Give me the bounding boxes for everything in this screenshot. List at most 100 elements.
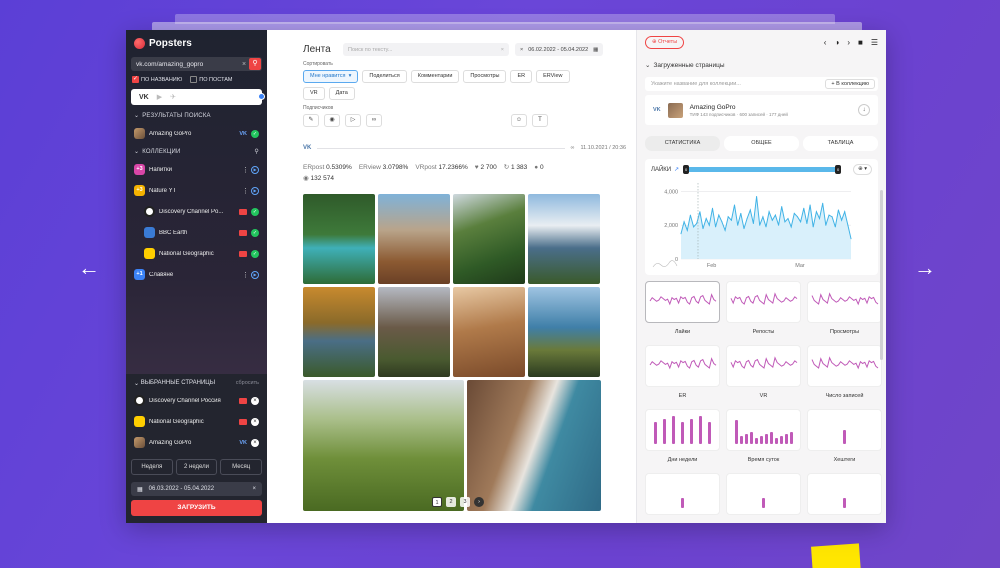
metric-thumbnail[interactable] [807,473,882,515]
close-icon[interactable]: × [251,417,259,426]
menu-icon[interactable]: ☰ [871,38,878,47]
tab-general[interactable]: ОБЩЕЕ [724,136,799,151]
reports-button[interactable]: ⊕ Отчеты [645,36,685,49]
platform-vk[interactable]: VK [139,94,149,101]
chevron-right-icon[interactable]: › [847,38,850,47]
arrow-left-icon[interactable]: ← [76,256,102,280]
chart-options-dropdown[interactable]: ⊕ ▾ [853,164,872,175]
text-size-icon[interactable]: T [532,114,548,127]
post-photo[interactable] [467,380,601,511]
sort-comments-chip[interactable]: Комментарии [410,70,460,83]
post-photo[interactable] [528,287,600,377]
search-results-header[interactable]: ⌄ РЕЗУЛЬТАТЫ ПОИСКА [126,108,267,123]
clear-icon[interactable]: × [252,486,256,492]
period-2weeks-button[interactable]: 2 недели [175,459,218,475]
post-photo[interactable] [378,287,450,377]
sort-shares-chip[interactable]: Поделиться [362,70,407,83]
metric-cell[interactable]: Время суток [726,409,801,473]
metric-cell[interactable]: ER [645,345,720,409]
clear-icon[interactable]: × [239,61,249,68]
metric-thumbnail[interactable] [645,281,720,323]
external-link-icon[interactable]: ↗ [674,166,679,173]
feed-date-range[interactable]: × 06.02.2022 - 05.04.2022 ▦ [515,43,604,56]
page-search-input[interactable]: vk.com/amazing_gopro × ⚲ [131,57,262,71]
sort-views-chip[interactable]: Просмотры [463,70,507,83]
collection-item[interactable]: +3 Nature YT ⋮ ▶ [126,180,267,201]
metric-thumbnail[interactable] [726,345,801,387]
metric-thumbnail[interactable] [645,473,720,515]
collection-item[interactable]: +1 Славяне ⋮ ▶ [126,264,267,285]
check-icon[interactable]: ✓ [251,207,259,216]
platform-switch[interactable]: VK ▶ ✈ [131,89,265,105]
page-search-value[interactable]: vk.com/amazing_gopro [131,61,239,68]
more-icon[interactable]: ⋮ [242,271,249,279]
metric-cell[interactable]: Число записей [807,345,882,409]
selected-item[interactable]: National Geographic × [126,411,267,432]
list-item[interactable]: Amazing GoPro VK ✓ [126,123,267,144]
user-icon[interactable]: ■ [858,38,863,47]
collection-name-placeholder[interactable]: Укажите название для коллекции... [651,81,821,87]
period-week-button[interactable]: Неделя [131,459,173,475]
metric-cell[interactable] [807,473,882,523]
metric-cell[interactable]: Дни недели [645,409,720,473]
collection-name-input[interactable]: Укажите название для коллекции... + В ко… [645,77,878,91]
filter-by-name[interactable]: ✓ ПО НАЗВАНИЮ [132,76,182,83]
metric-thumbnail[interactable] [726,473,801,515]
collection-subitem[interactable]: Discovery Channel Po... ✓ [126,201,267,222]
slider-handle-start[interactable]: 0 [683,165,690,174]
metric-thumbnail[interactable] [645,409,720,451]
tab-table[interactable]: ТАБЛИЦА [803,136,878,151]
feed-search-placeholder[interactable]: Поиск по тексту... [348,47,501,53]
youtube-icon[interactable]: ▶ [157,93,162,101]
chevron-left-icon[interactable]: ‹ [824,38,827,47]
collection-subitem[interactable]: National Geographic ✓ [126,243,267,264]
close-icon[interactable]: × [251,396,259,405]
close-icon[interactable]: × [251,438,259,447]
metric-thumbnail[interactable] [807,345,882,387]
page-2-button[interactable]: 2 [446,497,456,507]
post-photo[interactable] [303,380,464,511]
loaded-page-card[interactable]: VK Amazing GoPro ТИФ 143 подписчиков · 6… [645,95,878,125]
user-icon[interactable]: ☺ [511,114,527,127]
filter-by-posts[interactable]: ПО ПОСТАМ [190,76,233,83]
theme-icon[interactable]: ◑ [834,38,839,47]
telegram-icon[interactable]: ✈ [170,93,176,101]
clear-icon[interactable]: × [501,47,504,53]
tab-statistics[interactable]: СТАТИСТИКА [645,136,720,151]
selected-item[interactable]: Discovery Channel Россия × [126,390,267,411]
metric-cell[interactable] [645,473,720,523]
clear-icon[interactable]: × [520,47,523,53]
metric-cell[interactable]: Хештеги [807,409,882,473]
metric-thumbnail[interactable] [726,409,801,451]
checkbox-checked-icon[interactable]: ✓ [132,76,139,83]
download-icon[interactable]: ↓ [858,104,870,116]
chevron-right-icon[interactable]: › [474,497,484,507]
sort-erview-chip[interactable]: ERView [536,70,570,83]
page-3-button[interactable]: 3 [460,497,470,507]
scrollbar[interactable] [880,190,883,360]
metric-cell[interactable]: Репосты [726,281,801,345]
load-button[interactable]: ЗАГРУЗИТЬ [131,500,262,516]
post-photo[interactable] [453,194,525,284]
check-icon[interactable]: ✓ [251,249,259,258]
date-range-slider[interactable]: 0 0 [683,165,842,174]
period-month-button[interactable]: Месяц [220,459,263,475]
metric-cell[interactable]: VR [726,345,801,409]
metric-cell[interactable]: Лайки [645,281,720,345]
post-photo[interactable] [303,287,375,377]
reset-link[interactable]: сбросить [236,380,259,387]
metric-thumbnail[interactable] [645,345,720,387]
pen-icon[interactable]: ✎ [303,114,319,127]
page-1-button[interactable]: 1 [432,497,442,507]
metric-thumbnail[interactable] [807,409,882,451]
post-photo[interactable] [453,287,525,377]
metric-cell[interactable]: Просмотры [807,281,882,345]
slider-handle-end[interactable]: 0 [835,165,842,174]
sort-vr-chip[interactable]: VR [303,87,325,100]
post-photo[interactable] [378,194,450,284]
collection-subitem[interactable]: BBC Earth ✓ [126,222,267,243]
metric-cell[interactable] [726,473,801,523]
selected-pages-header[interactable]: ⌄ ВЫБРАННЫЕ СТРАНИЦЫ сбросить [126,374,267,390]
check-icon[interactable]: ✓ [251,129,259,138]
search-icon[interactable]: ⚲ [249,58,261,70]
